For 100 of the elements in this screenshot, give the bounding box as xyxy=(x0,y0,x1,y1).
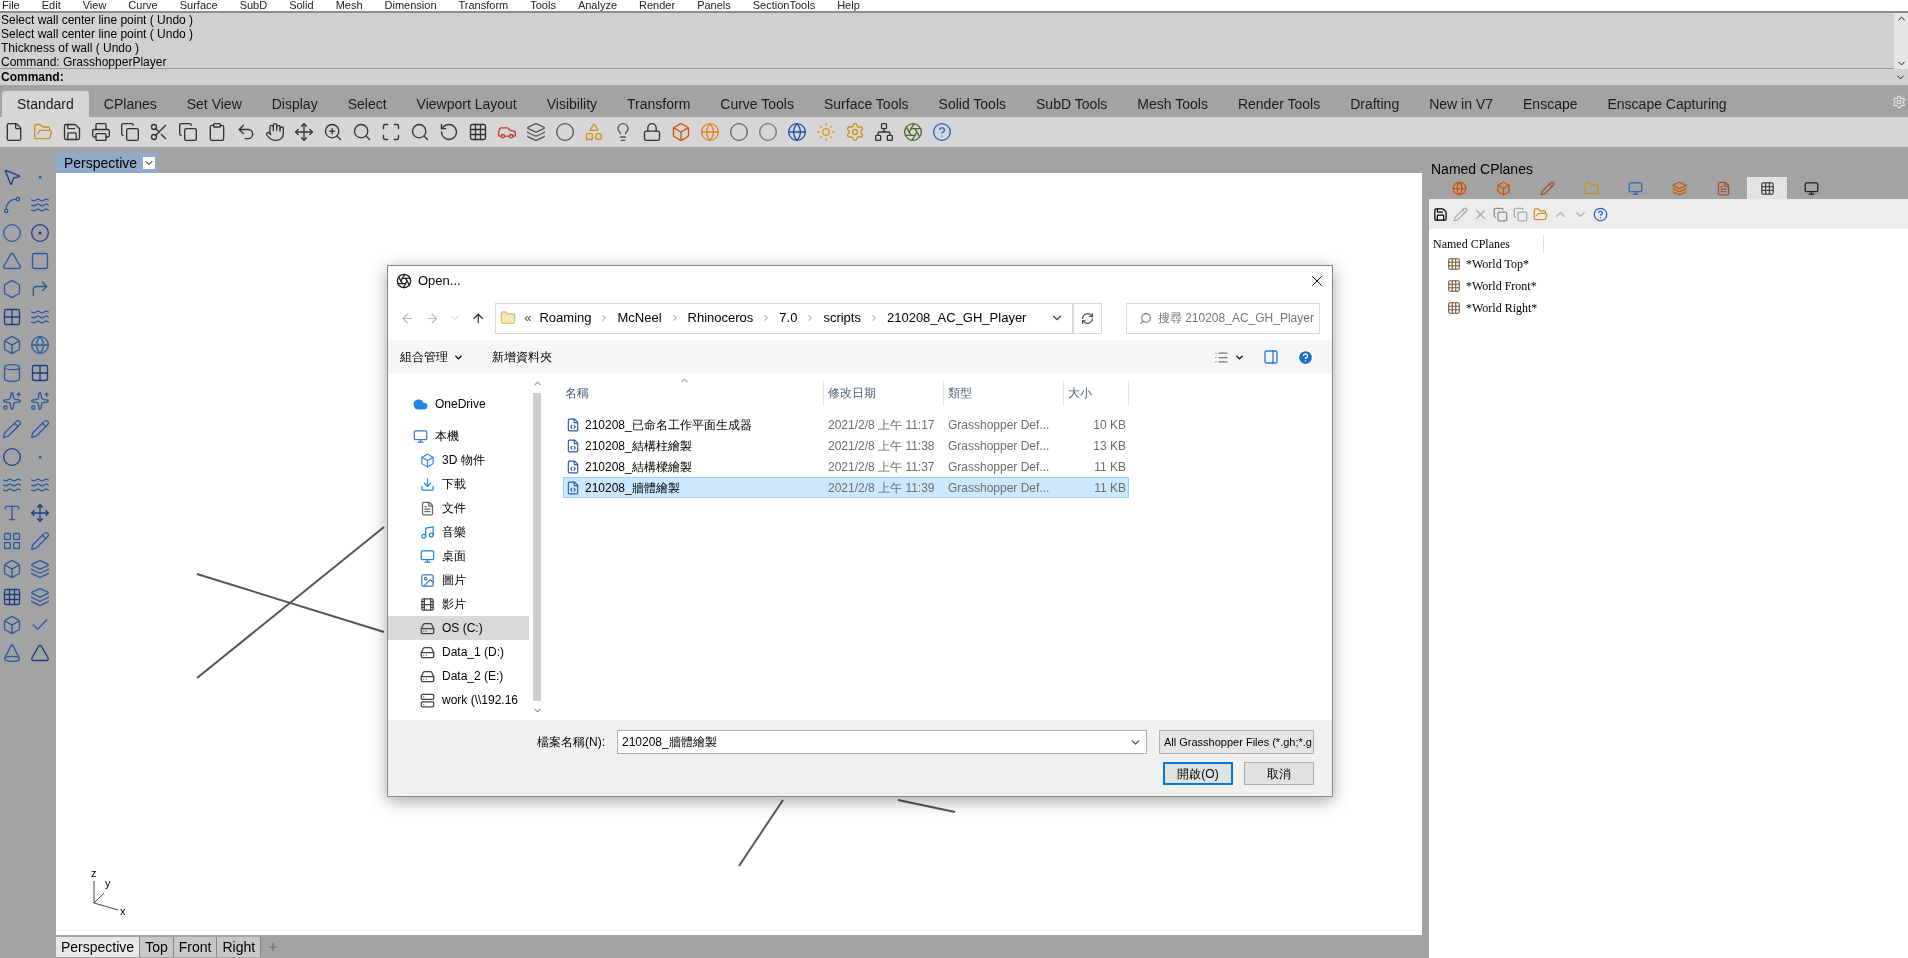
nav-item[interactable]: 文件 xyxy=(388,496,529,520)
toolbar-tab[interactable]: Viewport Layout xyxy=(401,91,532,117)
nav-item[interactable]: work (\\192.16 xyxy=(388,688,529,712)
shapes-icon[interactable] xyxy=(584,122,604,142)
circle-icon[interactable] xyxy=(555,122,575,142)
search-input[interactable]: 搜尋 210208_AC_GH_Player xyxy=(1157,309,1318,327)
cplane-name[interactable]: *World Right* xyxy=(1466,299,1538,317)
block-icon[interactable] xyxy=(2,559,22,579)
filename-input[interactable]: 210208_牆體繪製 xyxy=(622,733,1129,751)
refresh-button[interactable] xyxy=(1072,302,1102,334)
hand-icon[interactable] xyxy=(265,122,285,142)
viewport-tab[interactable]: Top xyxy=(140,936,174,957)
toolbar-tab[interactable]: Curve Tools xyxy=(705,91,809,117)
toolbar-tab[interactable]: Enscape Capturing xyxy=(1592,91,1742,117)
ellipse-icon[interactable] xyxy=(30,223,50,243)
menu-item[interactable]: Transform xyxy=(458,0,509,11)
pointer-icon[interactable] xyxy=(2,167,22,187)
help-icon[interactable] xyxy=(932,122,952,142)
viewport-title-tab[interactable]: Perspective xyxy=(56,153,158,173)
nav-item[interactable]: Data_2 (E:) xyxy=(388,664,529,688)
toolbar-tab[interactable]: Solid Tools xyxy=(923,91,1021,117)
toolbar-tab[interactable]: Mesh Tools xyxy=(1122,91,1223,117)
help-icon[interactable] xyxy=(1593,206,1608,222)
rotate-view-icon[interactable] xyxy=(439,122,459,142)
toolbar-tab[interactable]: Transform xyxy=(612,91,706,117)
toolbar-tab[interactable]: Drafting xyxy=(1335,91,1415,117)
nav-item[interactable]: 音樂 xyxy=(388,520,529,544)
zoom-selected-icon[interactable] xyxy=(410,122,430,142)
menu-item[interactable]: Solid xyxy=(289,0,314,11)
preview-pane-icon[interactable] xyxy=(1263,349,1279,365)
menu-item[interactable]: Dimension xyxy=(384,0,437,11)
circle-icon[interactable] xyxy=(2,223,22,243)
toolbar-tab[interactable]: Surface Tools xyxy=(809,91,924,117)
move-arrows-icon[interactable] xyxy=(294,122,314,142)
grid-icon[interactable] xyxy=(468,122,488,142)
add-tab-icon[interactable] xyxy=(267,940,280,953)
paste-icon[interactable] xyxy=(1513,206,1528,222)
copy-icon[interactable] xyxy=(120,122,140,142)
filename-field[interactable]: 210208_牆體繪製 xyxy=(617,730,1147,754)
file-row[interactable]: 210208_結構柱繪製 2021/2/8 上午 11:38 Grasshopper Def... 13 KB xyxy=(563,435,1129,456)
toolbar-tab[interactable]: Visibility xyxy=(531,91,613,117)
search-field[interactable]: 搜尋 210208_AC_GH_Player xyxy=(1125,302,1320,334)
menu-item[interactable]: Tools xyxy=(530,0,556,11)
save-icon[interactable] xyxy=(62,122,82,142)
clipboard-icon[interactable] xyxy=(207,122,227,142)
file-row[interactable]: 210208_結構樑繪製 2021/2/8 上午 11:37 Grasshopper Def... 11 KB xyxy=(563,456,1129,477)
toolbar-tab[interactable]: CPlanes xyxy=(88,91,172,117)
breadcrumb[interactable]: scripts xyxy=(823,308,861,328)
breadcrumb[interactable]: 210208_AC_GH_Player xyxy=(886,308,1027,328)
nav-item[interactable]: 影片 xyxy=(388,592,529,616)
menu-item[interactable]: View xyxy=(82,0,107,11)
menu-item[interactable]: Panels xyxy=(697,0,731,11)
path-overflow[interactable]: « xyxy=(524,308,532,328)
text-icon[interactable] xyxy=(2,503,22,523)
polyline-icon[interactable] xyxy=(2,195,22,215)
rectangle-icon[interactable] xyxy=(30,251,50,271)
toolbar-tab[interactable]: Set View xyxy=(171,91,257,117)
menu-item[interactable]: Mesh xyxy=(335,0,363,11)
menu-item[interactable]: Help xyxy=(837,0,860,11)
mesh-icon[interactable] xyxy=(30,363,50,383)
menu-item[interactable]: SectionTools xyxy=(752,0,816,11)
toolbar-tab[interactable]: Standard xyxy=(2,91,89,117)
organize-button[interactable]: 組合管理 xyxy=(400,348,464,366)
dialog-button[interactable]: 開啟(O) xyxy=(1163,762,1233,785)
toolbar-tab[interactable]: Display xyxy=(256,91,333,117)
undo-icon[interactable] xyxy=(236,122,256,142)
polygon-icon[interactable] xyxy=(2,279,22,299)
cone-icon[interactable] xyxy=(2,643,22,663)
stack-icon[interactable] xyxy=(30,587,50,607)
dialog-button[interactable]: 取消 xyxy=(1244,762,1314,785)
panel-tab[interactable] xyxy=(1747,177,1787,199)
menu-item[interactable]: File xyxy=(2,0,20,11)
cut-icon[interactable] xyxy=(149,122,169,142)
nav-item[interactable]: 圖片 xyxy=(388,568,529,592)
viewport-tab[interactable]: Perspective xyxy=(56,936,141,957)
column-header[interactable]: 名稱 xyxy=(563,380,823,406)
lock-icon[interactable] xyxy=(642,122,662,142)
save-icon[interactable] xyxy=(1433,206,1448,222)
breadcrumb[interactable]: Rhinoceros xyxy=(687,308,754,328)
zoom-window-icon[interactable] xyxy=(352,122,372,142)
nav-item[interactable]: OS (C:) xyxy=(388,616,529,640)
edit-icon[interactable] xyxy=(1453,206,1468,222)
menu-item[interactable]: Surface xyxy=(179,0,218,11)
menu-item[interactable]: SubD xyxy=(239,0,268,11)
viewport-tab[interactable]: Front xyxy=(173,936,218,957)
nav-item[interactable]: Data_1 (D:) xyxy=(388,640,529,664)
tree-icon[interactable] xyxy=(874,122,894,142)
menu-item[interactable]: Edit xyxy=(41,0,61,11)
breadcrumb[interactable]: 7.0 xyxy=(779,308,798,328)
toolbar-tab[interactable]: Enscape xyxy=(1508,91,1593,117)
pages-icon[interactable] xyxy=(178,122,198,142)
group-icon[interactable] xyxy=(2,531,22,551)
toolbar-tab[interactable]: SubD Tools xyxy=(1021,91,1123,117)
nav-item[interactable]: 桌面 xyxy=(388,544,529,568)
solid-icon[interactable] xyxy=(2,615,22,635)
column-header[interactable]: 類型 xyxy=(943,380,1063,406)
column-header[interactable]: 修改日期 xyxy=(823,380,943,406)
file-type-dropdown[interactable]: All Grasshopper Files (*.gh;*.g xyxy=(1159,730,1314,754)
aperture-icon[interactable] xyxy=(903,122,923,142)
view-options-icon[interactable] xyxy=(1214,349,1229,365)
